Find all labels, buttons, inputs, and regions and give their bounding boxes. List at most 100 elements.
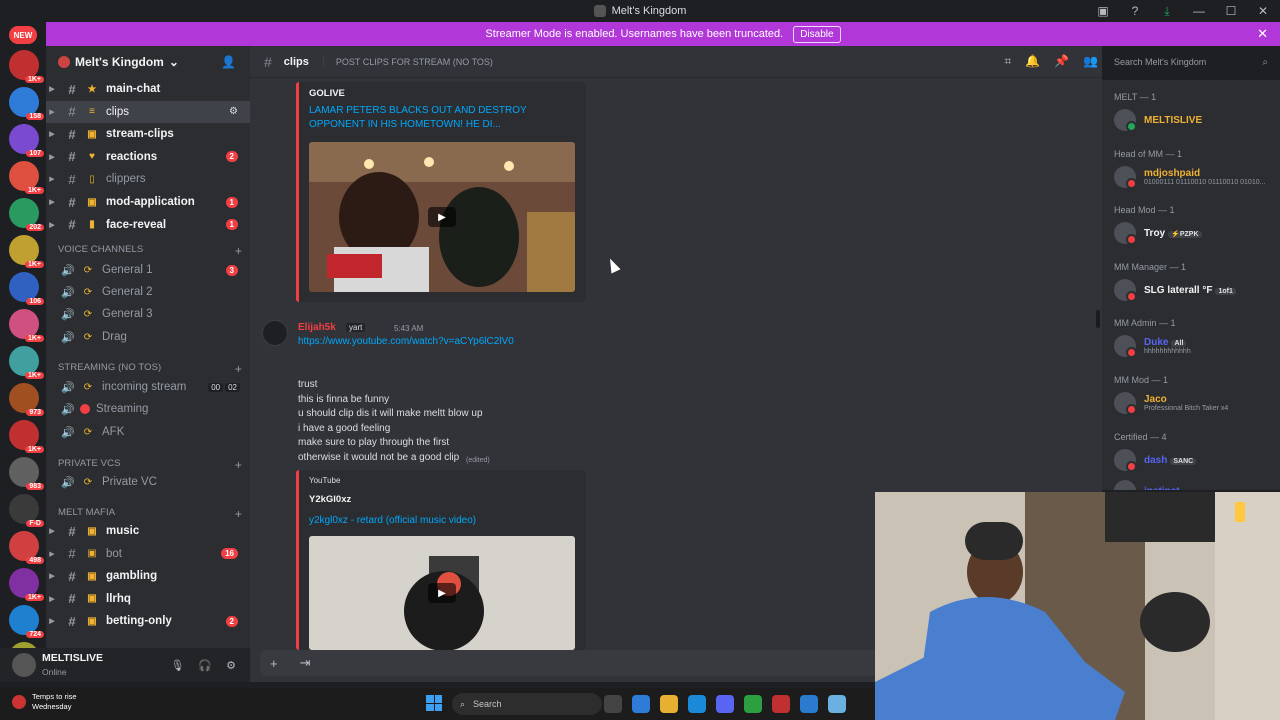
add-channel-icon[interactable]: + [235,244,242,258]
voice-channel[interactable]: 🔊 ⟳ General 3 [46,303,250,325]
weather-widget[interactable]: Temps to rise Wednesday [12,692,77,712]
channel-item[interactable]: ▶ # ♥ reactions 2 [46,146,250,168]
embed-title[interactable]: y2kgl0xz - retard (official music video) [309,514,476,528]
channel-item[interactable]: ▶ # ★ main-chat [46,78,250,100]
server-icon[interactable]: 1K+ [9,346,44,379]
category-header[interactable]: STREAMING (NO TOS) + [58,362,242,376]
server-icon[interactable]: 498 [9,531,44,564]
search-input[interactable]: Search Melt's Kingdom ⌕ [1108,50,1274,74]
help-icon[interactable]: ? [1124,2,1146,20]
category-header[interactable]: MELT MAFIA + [58,507,242,521]
server-icon[interactable]: 1K+ [9,161,44,194]
server-icon[interactable]: 1K+ [9,235,44,268]
channel-item[interactable]: ▶ # ▣ bot 16 [46,543,250,565]
server-icon[interactable]: 983 [9,457,44,490]
channel-item[interactable]: ▶ # ▣ mod-application 1 [46,191,250,213]
channel-item[interactable]: ▶ # ▣ betting-only 2 [46,610,250,632]
member-item[interactable]: instinct [1114,480,1278,490]
inbox-icon[interactable]: ▣ [1092,2,1114,20]
threads-icon[interactable]: ⌗ [1004,54,1011,69]
voice-channel[interactable]: 🔊 ⟳ General 2 [46,281,250,303]
member-item[interactable]: Duke All hhhhhhhhhhhh [1114,335,1278,358]
taskbar-search[interactable]: ⌕ Search [452,693,602,715]
copilot-icon[interactable] [632,695,650,713]
headphones-icon[interactable]: 🎧 [198,659,212,672]
member-item[interactable]: dash SANC [1114,449,1278,472]
embed-title[interactable]: LAMAR PETERS BLACKS OUT AND DESTROY OPPO… [309,104,527,132]
voice-channel[interactable]: 🔊 ⟳ General 1 3 [46,259,250,281]
pin-icon[interactable]: 📌 [1054,54,1069,69]
close-notice-icon[interactable]: ✕ [1257,26,1268,42]
bell-icon[interactable]: 🔔 [1025,54,1040,69]
folder-icon[interactable] [660,695,678,713]
video-thumbnail[interactable]: ▶ [309,142,575,292]
add-icon[interactable]: + [270,656,278,671]
server-icon[interactable]: 107 [9,124,44,157]
play-icon[interactable]: ▶ [428,583,456,603]
video-thumbnail[interactable]: ▶ [309,536,575,650]
category-header[interactable]: PRIVATE VCS + [58,458,242,472]
member-item[interactable]: SLG laterall °F 1of1 [1114,279,1278,302]
category-header[interactable]: VOICE CHANNELS + [58,244,242,258]
user-info[interactable]: MELTISLIVE Online [42,652,103,678]
member-text: MELTISLIVE [1144,115,1202,126]
channel-item[interactable]: ▶ # ▣ stream-clips [46,123,250,145]
voice-channel[interactable]: 🔊 Streaming [46,398,250,420]
server-icon[interactable]: 202 [9,198,44,231]
voice-channel[interactable]: 🔊 ⟳ Drag [46,326,250,348]
server-icon[interactable]: 1K+ [9,420,44,453]
member-item[interactable]: Troy ⚡PZPK [1114,222,1278,245]
voice-channel[interactable]: 🔊 ⟳ incoming stream 00 02 [46,376,250,398]
add-channel-icon[interactable]: + [235,362,242,376]
channel-item[interactable]: ▶ # ▣ llrhq [46,588,250,610]
avatar[interactable] [12,653,36,677]
app-icon[interactable] [828,695,846,713]
server-icon[interactable]: 1K+ [9,568,44,601]
server-icon[interactable]: F-D [9,494,44,527]
member-item[interactable]: mdjoshpaid 01000111 01110010 01110010 010… [1114,166,1278,189]
channel-item[interactable]: ▶ # ▣ music [46,520,250,542]
server-icon[interactable]: 158 [9,87,44,120]
close-window-button[interactable]: ✕ [1252,2,1274,20]
app-icon[interactable] [772,695,790,713]
invite-icon[interactable]: 👤 [221,55,236,69]
channel-item[interactable]: ▶ # ≡ clips ⚙ [46,100,250,123]
add-channel-icon[interactable]: + [235,458,242,472]
server-icon[interactable]: 1K+ [9,50,44,83]
windows-start-icon[interactable] [426,695,442,711]
member-settings-icon[interactable]: ⚙ [229,106,238,117]
chrome-icon[interactable] [744,695,762,713]
voice-channel[interactable]: 🔊 ⟳ AFK [46,421,250,443]
channel-emoji-icon: ⟳ [83,426,93,438]
server-icon[interactable]: 106 [9,272,44,305]
add-channel-icon[interactable]: + [235,507,242,521]
server-icon[interactable]: 724 [9,605,44,638]
member-item[interactable]: Jaco Professional Bitch Taker x4 [1114,392,1278,415]
format-icon[interactable]: ⇥ [300,655,311,671]
server-icon[interactable]: 973 [9,383,44,416]
scrollbar[interactable] [1096,310,1100,328]
edge-icon[interactable] [688,695,706,713]
guild-header[interactable]: Melt's Kingdom ⌄ 👤 [46,46,250,78]
download-icon[interactable]: ⤓ [1156,2,1178,20]
channel-item[interactable]: ▶ # ▯ clippers [46,168,250,190]
member-item[interactable]: MELTISLIVE [1114,109,1278,132]
disable-streamer-button[interactable]: Disable [793,25,841,43]
channel-item[interactable]: ▶ # ▮ face-reveal 1 [46,214,250,236]
app-icon[interactable] [800,695,818,713]
embed-author[interactable]: Y2kGl0xz [309,494,351,505]
play-icon[interactable]: ▶ [428,207,456,227]
minimize-button[interactable]: — [1188,2,1210,20]
gear-icon[interactable]: ⚙ [226,659,236,672]
message-author[interactable]: Elijah5k [298,322,336,333]
discord-icon[interactable] [716,695,734,713]
avatar[interactable] [262,320,288,346]
maximize-button[interactable]: ☐ [1220,2,1242,20]
members-icon[interactable]: 👥 [1083,54,1098,69]
voice-channel[interactable]: 🔊 ⟳ Private VC [46,471,250,493]
server-icon[interactable]: 1K+ [9,309,44,342]
task-view-icon[interactable] [604,695,622,713]
microphone-icon[interactable]: 🎙 [170,659,184,672]
channel-item[interactable]: ▶ # ▣ gambling [46,565,250,587]
message-link[interactable]: https://www.youtube.com/watch?v=aCYp6lC2… [298,336,514,347]
